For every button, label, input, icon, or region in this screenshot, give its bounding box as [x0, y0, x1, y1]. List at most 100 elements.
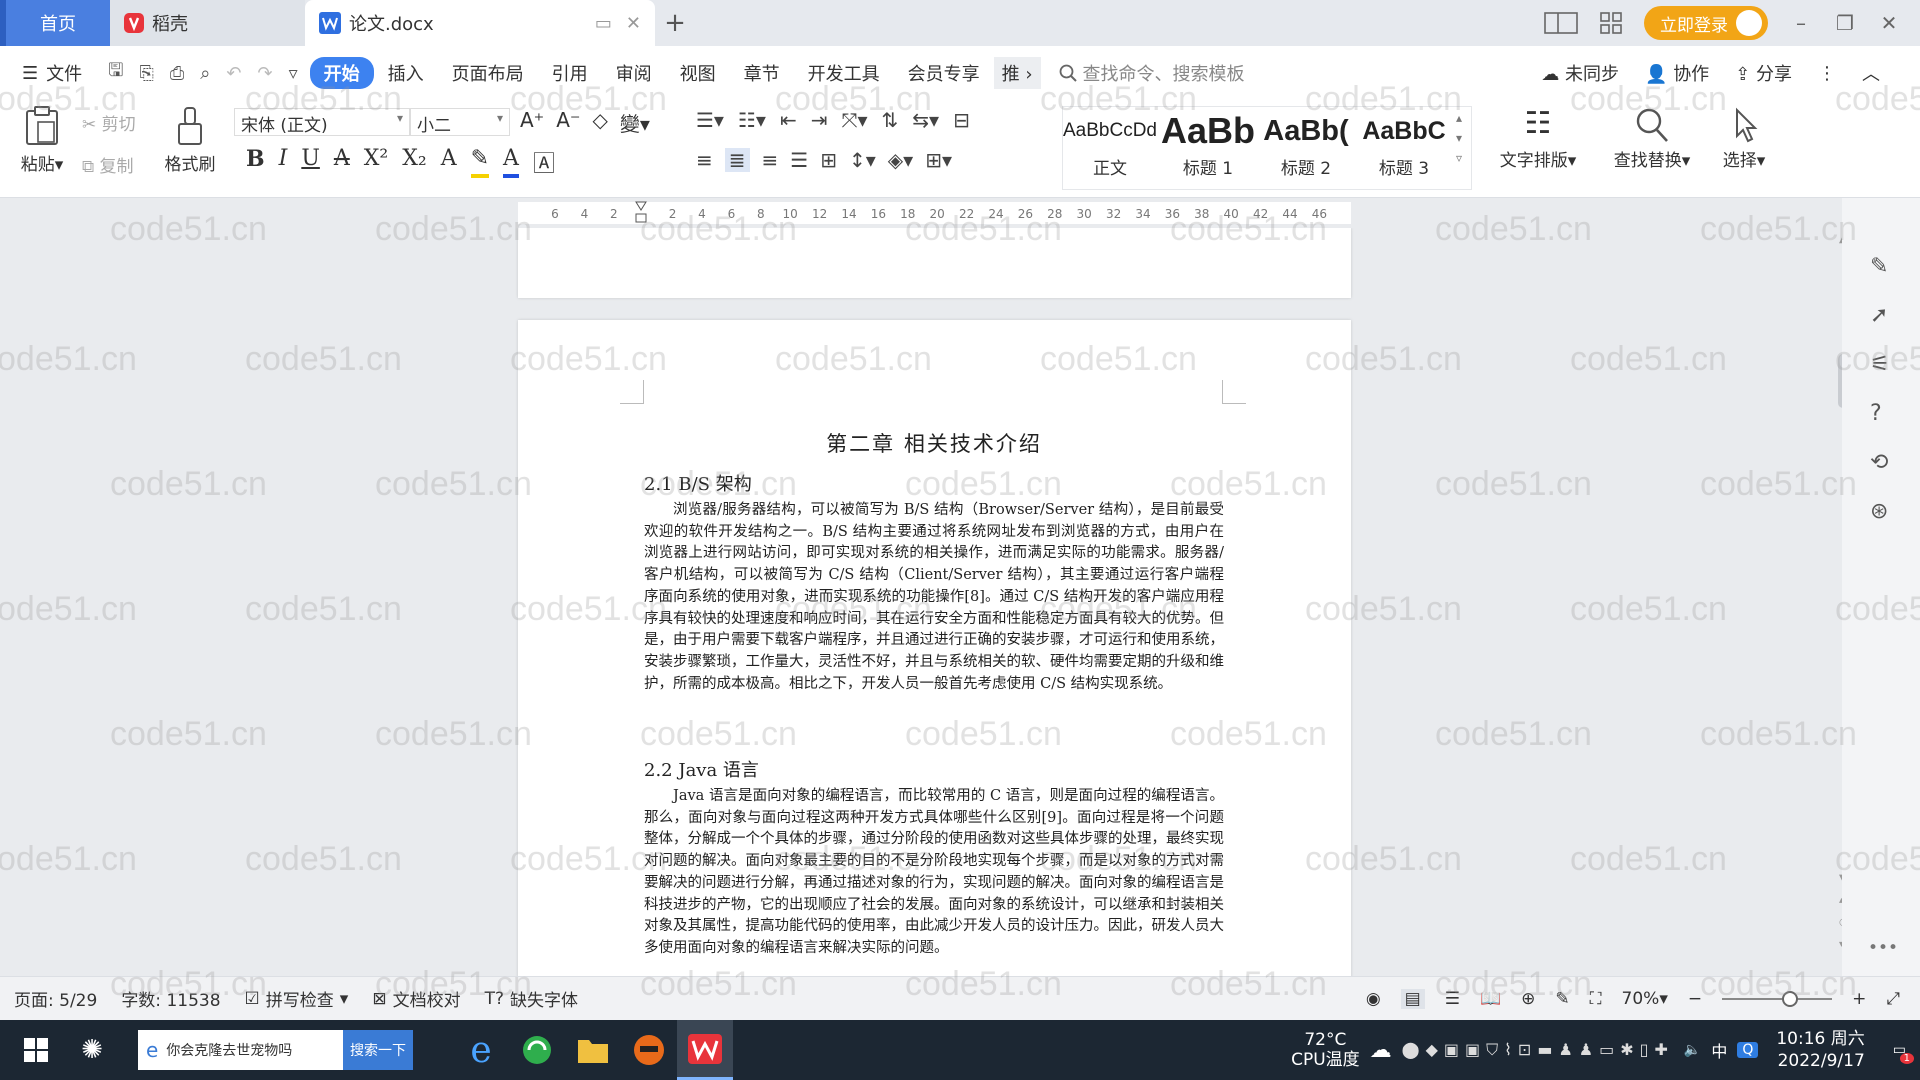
tray-app-icons[interactable]: ⬤◆▣▣⛉⌇⊡▬♟♟▭✱▯✚ [1402, 1040, 1674, 1060]
paragraph-java[interactable]: Java 语言是面向对象的编程语言，而比较常用的 C 语言，则是面向过程的编程语… [644, 786, 1224, 960]
zoom-in-icon[interactable]: + [1852, 989, 1866, 1009]
horizontal-ruler[interactable]: 6 4 2 2 4 6 8 10 12 14 16 18 20 22 24 26 28 30 32 34 36 38 40 4… [0, 198, 1840, 228]
redo-icon[interactable]: ↷ [257, 63, 272, 84]
spell-check-button[interactable]: ☑ 拼写检查 ▾ [233, 986, 361, 1012]
chapter-heading[interactable]: 第二章 相关技术介绍 [644, 428, 1224, 458]
fullscreen-icon[interactable]: ⤢ [1886, 989, 1900, 1009]
outline-view-icon[interactable]: ☰ [1445, 989, 1460, 1009]
style-gallery-scroll[interactable]: ▴ ▾ ▿ [1456, 108, 1462, 168]
numbering-icon[interactable]: ☷▾ [738, 108, 766, 132]
font-size-select[interactable]: 小二 ▾ [410, 108, 510, 136]
italic-icon[interactable]: I [279, 146, 288, 178]
print-icon[interactable]: ⎙ [170, 63, 184, 84]
tab-insert[interactable]: 插入 [374, 60, 438, 86]
chinese-layout-icon[interactable]: ⤧▾ [841, 108, 867, 132]
subscript-icon[interactable]: X₂ [402, 146, 426, 178]
taskbar-search[interactable]: e 你会克隆去世宠物吗 搜索一下 [138, 1030, 413, 1070]
cut-button[interactable]: ✂ 剪切 [82, 110, 136, 135]
write-mode-icon[interactable]: ✎ [1555, 989, 1569, 1009]
eye-protect-icon[interactable]: ◉ [1366, 989, 1381, 1009]
style-normal[interactable]: AaBbCcDd 正文 [1062, 108, 1158, 188]
proofread-button[interactable]: ⊠ 文档校对 [360, 986, 472, 1012]
layout-icon[interactable] [1544, 12, 1578, 34]
word-count[interactable]: 字数: 11538 [109, 986, 232, 1011]
phonetic-icon[interactable]: 變▾ [620, 108, 650, 137]
taskbar-search-button[interactable]: 搜索一下 [343, 1030, 413, 1070]
help-icon[interactable]: ? [1870, 401, 1890, 426]
weather-icon[interactable]: ☁ [1370, 1038, 1392, 1063]
style-heading-3[interactable]: AaBbC 标题 3 [1356, 108, 1452, 188]
tab-member[interactable]: 会员专享 [894, 60, 994, 86]
cpu-temp-widget[interactable]: 72°C CPU温度 [1291, 1030, 1360, 1070]
tab-references[interactable]: 引用 [538, 60, 602, 86]
superscript-icon[interactable]: X² [364, 146, 388, 178]
read-view-icon[interactable]: 📖 [1480, 989, 1501, 1009]
assistant-app-icon[interactable]: ✺ [64, 1020, 120, 1080]
tab-home[interactable]: 首页 [0, 0, 110, 46]
wps-app-icon[interactable] [677, 1020, 733, 1080]
tab-page-layout[interactable]: 页面布局 [438, 60, 538, 86]
export-icon[interactable]: ⎘ [139, 63, 153, 84]
file-menu[interactable]: ☰ 文件 [0, 60, 96, 86]
collapse-ribbon-icon[interactable]: ︿ [1862, 60, 1880, 86]
highlight-icon[interactable]: ✎ [470, 146, 490, 178]
clock[interactable]: 10:16 周六 2022/9/17 [1776, 1028, 1864, 1072]
page-indicator[interactable]: 页面: 5/29 [0, 986, 109, 1011]
tab-home-ribbon[interactable]: 开始 [309, 57, 374, 89]
notification-icon[interactable]: ▭ 1 [1893, 1042, 1914, 1064]
text-direction-icon[interactable]: ⇆▾ [912, 108, 939, 132]
text-layout-button[interactable]: ☷ 文字排版▾ [1490, 106, 1586, 171]
font-name-select[interactable]: 宋体 (正文) ▾ [234, 108, 410, 136]
page-view-icon[interactable]: ▤ [1400, 988, 1425, 1009]
ime-indicator[interactable]: 中 [1711, 1038, 1727, 1062]
justify-icon[interactable]: ☰ [790, 148, 808, 172]
table-ruler-icon[interactable]: ⊟ [953, 108, 970, 132]
command-search[interactable]: 查找命令、搜索模板 [1059, 60, 1245, 86]
tab-document[interactable]: 论文.docx ▭ ✕ [305, 0, 655, 46]
bullets-icon[interactable]: ☰▾ [696, 108, 724, 132]
zoom-slider[interactable] [1722, 990, 1833, 1007]
section-heading-bs[interactable]: 2.1 B/S 架构 [644, 470, 752, 496]
section-heading-java[interactable]: 2.2 Java 语言 [644, 756, 759, 782]
align-center-icon[interactable]: ≣ [724, 148, 750, 172]
more-dots-icon[interactable]: ••• [1868, 938, 1898, 958]
paste-button[interactable]: 粘贴▾ [14, 106, 70, 175]
sliders-icon[interactable]: ⚟ [1870, 352, 1890, 377]
missing-font-button[interactable]: T? 缺失字体 [473, 986, 590, 1012]
indent-icon[interactable]: ⇥ [811, 108, 828, 132]
style-heading-2[interactable]: AaBb(标题 2 [1258, 108, 1354, 188]
close-window-icon[interactable]: ✕ [1878, 11, 1900, 35]
underline-icon[interactable]: U [301, 146, 320, 178]
game-app-icon[interactable] [621, 1020, 677, 1080]
restore-icon[interactable]: ❐ [1834, 11, 1856, 35]
tab-review[interactable]: 审阅 [602, 60, 666, 86]
paragraph-bs[interactable]: 浏览器/服务器结构，可以被简写为 B/S 结构（Browser/Server 结… [644, 500, 1224, 695]
align-left-icon[interactable]: ≡ [696, 148, 713, 172]
volume-icon[interactable]: 🔈 [1684, 1042, 1701, 1058]
browser-app-icon[interactable] [509, 1020, 565, 1080]
undo-icon[interactable]: ↶ [226, 63, 241, 84]
tab-view[interactable]: 视图 [666, 60, 730, 86]
sync-status[interactable]: ☁ 未同步 [1541, 60, 1619, 86]
tab-chapter[interactable]: 章节 [730, 60, 794, 86]
shrink-font-icon[interactable]: A⁻ [556, 108, 580, 137]
close-tab-icon[interactable]: ✕ [626, 13, 641, 34]
copy-button[interactable]: ⧉ 复制 [82, 152, 134, 177]
fit-page-icon[interactable]: ⛶ [1590, 989, 1602, 1009]
tab-daoke[interactable]: 稻壳 [110, 0, 305, 46]
grow-font-icon[interactable]: A⁺ [520, 108, 544, 137]
minimize-icon[interactable]: – [1790, 11, 1812, 35]
pointer-icon[interactable]: ➚ [1870, 303, 1890, 328]
format-painter-button[interactable]: 格式刷 [160, 106, 220, 175]
align-right-icon[interactable]: ≡ [762, 148, 779, 172]
clear-format-icon[interactable]: ◇ [593, 108, 608, 137]
tab-recommend[interactable]: 推 › [993, 57, 1041, 89]
distribute-icon[interactable]: ⊞ [820, 148, 837, 172]
web-view-icon[interactable]: ⊕ [1521, 989, 1535, 1009]
char-border-icon[interactable]: 🄰 [533, 146, 555, 178]
apps-grid-icon[interactable] [1600, 12, 1622, 34]
new-tab-button[interactable]: + [655, 0, 695, 46]
start-button[interactable] [8, 1020, 64, 1080]
sort-icon[interactable]: ⇅ [882, 108, 899, 132]
qq-tray-icon[interactable]: Q [1737, 1042, 1759, 1058]
